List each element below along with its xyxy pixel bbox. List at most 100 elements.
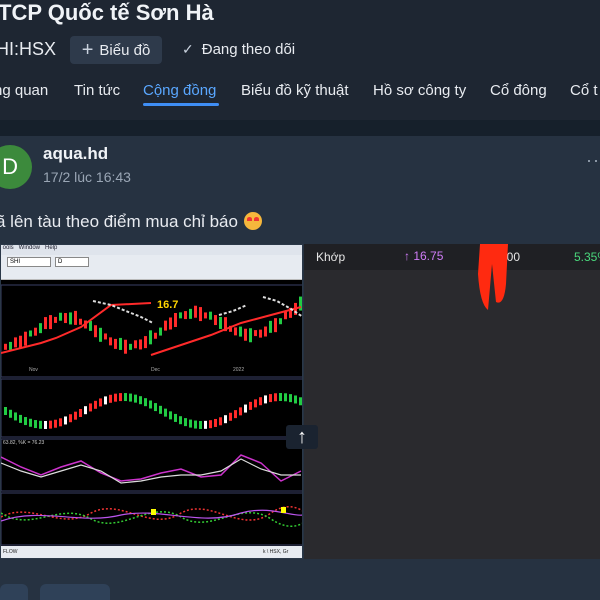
oscillator-bar (69, 414, 72, 423)
oscillator-bar (9, 409, 12, 418)
tab-community[interactable]: Cộng đồng (143, 82, 216, 99)
attached-chart-image[interactable]: ools Window Help SHI D 16.7 Nov Dec 2022… (0, 244, 303, 559)
oscillator-bar (229, 412, 232, 421)
company-title: TCP Quốc tế Sơn Hà (0, 0, 214, 25)
oscillator-bar (144, 398, 147, 407)
oscillator-bar (99, 398, 102, 407)
candle (94, 325, 97, 338)
candle (69, 312, 72, 325)
oscillator-bar (209, 420, 212, 429)
candle (14, 337, 17, 348)
candle (59, 312, 62, 321)
quote-image[interactable]: Khớp ↑ 16.75 000 5.35% (304, 244, 600, 559)
oscillator-bar (104, 396, 107, 405)
candle (209, 311, 212, 320)
follow-label: Đang theo dõi (201, 41, 296, 58)
oscillator-bar (34, 420, 37, 429)
oscillator-bar (279, 393, 282, 402)
candle (274, 318, 277, 333)
oscillator-bar (54, 419, 57, 428)
tab-news[interactable]: Tin tức (74, 82, 120, 99)
candle (259, 329, 262, 338)
oscillator-bar (184, 418, 187, 427)
oscillator-bar (74, 411, 77, 420)
oscillator-bar (79, 408, 82, 417)
chart-button[interactable]: + Biểu đồ (70, 36, 162, 64)
comment-pill[interactable] (40, 584, 110, 600)
scroll-to-top-button[interactable]: ↑ (286, 425, 318, 449)
tab-dividends[interactable]: Cổ t (570, 82, 598, 99)
candle (214, 315, 217, 326)
oscillator-bar (59, 418, 62, 427)
candle (194, 305, 197, 318)
section-divider (0, 120, 600, 136)
oscillator-bar (109, 394, 112, 403)
reaction-pill[interactable] (0, 584, 28, 600)
oscillator-bar (94, 400, 97, 409)
oscillator-bar (194, 420, 197, 429)
tab-technical-chart[interactable]: Biểu đồ kỹ thuật (241, 82, 349, 99)
candle (79, 318, 82, 325)
candle (204, 312, 207, 319)
oscillator-bar (284, 393, 287, 402)
candle (149, 330, 152, 345)
checkmark-icon: ✓ (182, 41, 194, 57)
follow-button[interactable]: ✓ Đang theo dõi (182, 41, 295, 58)
candle (104, 333, 107, 340)
oscillator-bar (269, 394, 272, 403)
oscillator-bar (129, 393, 132, 402)
candle (24, 331, 27, 346)
oscillator-bar (169, 411, 172, 420)
candle (254, 330, 257, 337)
oscillator-bar (294, 395, 297, 404)
candle (164, 320, 167, 331)
candle (19, 335, 22, 348)
star-struck-emoji-icon (243, 212, 262, 230)
candle (129, 343, 132, 350)
post-author[interactable]: aqua.hd (43, 144, 108, 164)
candle (54, 316, 57, 323)
avatar[interactable]: D (0, 145, 32, 189)
candle (174, 313, 177, 328)
candle (9, 341, 12, 350)
candle (284, 311, 287, 320)
candle (134, 340, 137, 349)
candle (139, 339, 142, 350)
oscillator-bar (159, 405, 162, 414)
tab-overview[interactable]: ng quan (0, 82, 48, 99)
candle (124, 339, 127, 354)
candle (269, 320, 272, 333)
oscillator-bar (264, 395, 267, 404)
oscillator-bar (154, 403, 157, 412)
active-tab-indicator (143, 103, 219, 106)
candle (299, 296, 302, 311)
candle (99, 327, 102, 342)
oscillator-bar (149, 400, 152, 409)
stochastic-readout: 63.82, %K = 76.23 (3, 440, 45, 446)
candle (44, 317, 47, 330)
oscillator-bar (289, 394, 292, 403)
ticker-symbol: HI:HSX (0, 39, 57, 59)
oscillator-bar (39, 420, 42, 429)
post-text-body: ã lên tàu theo điểm mua chỉ báo (0, 212, 238, 231)
candle (234, 327, 237, 336)
candle (144, 336, 147, 349)
oscillator-bar (24, 417, 27, 426)
oscillator-bar (254, 399, 257, 408)
oscillator-bar (64, 416, 67, 425)
candle (244, 328, 247, 341)
tab-shareholders[interactable]: Cổ đông (490, 82, 547, 99)
candle (39, 323, 42, 334)
tab-bar: ng quan Tin tức Cộng đồng Biểu đồ kỹ thu… (0, 80, 600, 110)
oscillator-bar (274, 393, 277, 402)
oscillator-bar (179, 416, 182, 425)
oscillator-bar (29, 418, 32, 427)
tab-company-profile[interactable]: Hồ sơ công ty (373, 82, 466, 99)
more-options-icon[interactable]: ·· (586, 150, 600, 171)
chart-panels-svg (1, 284, 302, 546)
oscillator-bar (139, 396, 142, 405)
oscillator-bar (124, 393, 127, 402)
candle (219, 316, 222, 329)
oscillator-bar (4, 407, 7, 415)
candle (114, 338, 117, 349)
